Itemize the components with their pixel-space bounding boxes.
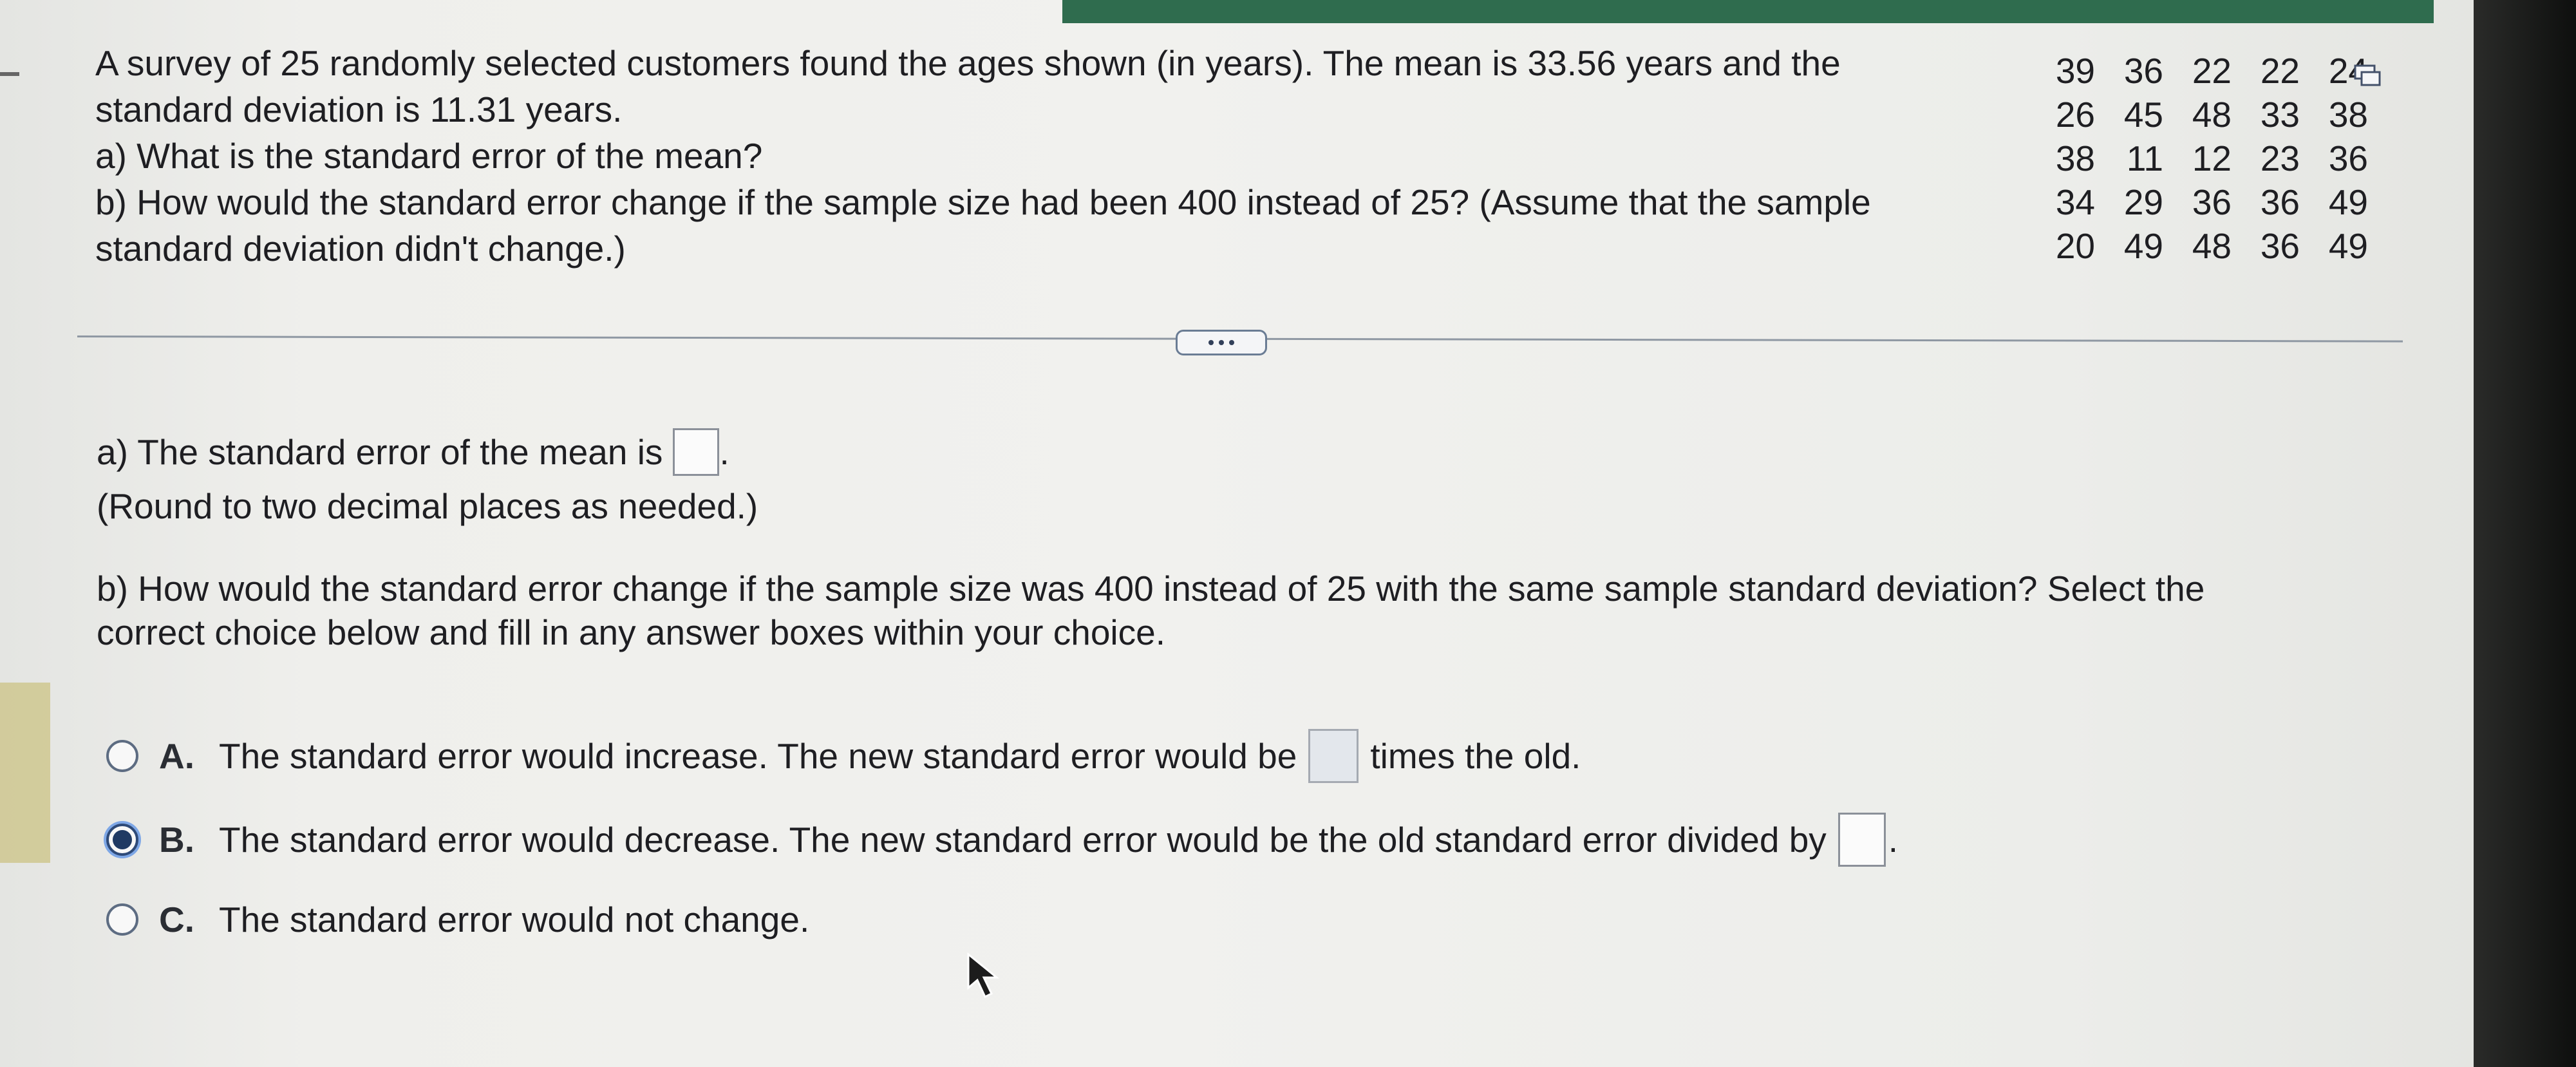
data-cell: 12	[2192, 138, 2232, 178]
dot-icon	[1229, 340, 1234, 345]
data-cell: 49	[2328, 226, 2368, 266]
data-cell: 36	[2328, 138, 2368, 178]
part-a-period: .	[719, 432, 729, 472]
data-cell: 23	[2260, 138, 2300, 178]
data-row: 39 36 22 22 24	[2027, 49, 2368, 93]
option-b[interactable]: B. The standard error would decrease. Th…	[106, 813, 1898, 867]
data-cell: 29	[2123, 182, 2163, 222]
question-line-5: standard deviation didn't change.)	[95, 229, 626, 269]
copy-data-icon[interactable]	[2353, 61, 2382, 90]
dot-icon	[1208, 340, 1214, 345]
option-c-letter: C.	[159, 900, 194, 940]
option-b-radio[interactable]	[106, 824, 138, 856]
data-cell: 20	[2055, 226, 2095, 266]
question-line-1: A survey of 25 randomly selected custome…	[95, 43, 1841, 83]
data-cell: 36	[2260, 226, 2300, 266]
data-cell: 48	[2192, 226, 2232, 266]
mouse-cursor-icon	[967, 952, 1000, 999]
part-b-line-1: b) How would the standard error change i…	[97, 569, 2205, 609]
data-cell: 48	[2192, 95, 2232, 135]
ages-data-table: 39 36 22 22 24 26 45 48 33 38 38 11 12 2…	[2027, 49, 2368, 268]
top-accent-bar	[1062, 0, 2434, 23]
option-a-answer-box[interactable]	[1308, 729, 1359, 783]
dot-icon	[1219, 340, 1224, 345]
option-a-text-after: times the old.	[1370, 736, 1581, 776]
part-a-section: a) The standard error of the mean is . (…	[97, 425, 758, 533]
data-cell: 45	[2123, 95, 2163, 135]
standard-error-answer-box[interactable]	[673, 428, 720, 476]
left-edge-mark	[0, 72, 19, 76]
part-b-section: b) How would the standard error change i…	[97, 567, 2350, 654]
data-cell: 38	[2328, 95, 2368, 135]
data-cell: 49	[2123, 226, 2163, 266]
data-cell: 36	[2192, 182, 2232, 222]
expand-more-button[interactable]	[1176, 330, 1267, 355]
data-cell: 22	[2192, 51, 2232, 91]
data-row: 26 45 48 33 38	[2027, 93, 2368, 137]
data-cell: 26	[2055, 95, 2095, 135]
option-b-answer-box[interactable]	[1838, 813, 1886, 867]
option-b-text: The standard error would decrease. The n…	[219, 820, 1827, 860]
data-row: 20 49 48 36 49	[2027, 224, 2368, 268]
data-cell: 39	[2055, 51, 2095, 91]
data-cell: 49	[2328, 182, 2368, 222]
data-cell: 34	[2055, 182, 2095, 222]
rounding-note: (Round to two decimal places as needed.)	[97, 486, 758, 526]
left-highlight-strip	[0, 683, 50, 863]
option-a[interactable]: A. The standard error would increase. Th…	[106, 729, 1581, 783]
screen-bezel	[2474, 0, 2576, 1067]
option-b-letter: B.	[159, 820, 194, 860]
data-cell: 11	[2126, 138, 2163, 178]
option-c[interactable]: C. The standard error would not change.	[106, 899, 809, 940]
data-cell: 36	[2260, 182, 2300, 222]
data-cell: 38	[2055, 138, 2095, 178]
data-row: 34 29 36 36 49	[2027, 180, 2368, 224]
question-line-4: b) How would the standard error change i…	[95, 182, 1871, 222]
part-a-prompt: a) The standard error of the mean is	[97, 432, 663, 472]
option-a-text: The standard error would increase. The n…	[219, 736, 1297, 776]
option-a-letter: A.	[159, 736, 194, 776]
question-text: A survey of 25 randomly selected custome…	[95, 40, 1975, 272]
data-cell: 36	[2123, 51, 2163, 91]
question-line-2: standard deviation is 11.31 years.	[95, 90, 623, 129]
question-line-3: a) What is the standard error of the mea…	[95, 136, 763, 176]
option-b-text-after: .	[1888, 820, 1899, 860]
option-a-radio[interactable]	[106, 740, 138, 772]
radio-selected-dot	[113, 830, 132, 849]
option-c-radio[interactable]	[106, 903, 138, 936]
option-c-text: The standard error would not change.	[219, 900, 810, 940]
part-b-line-2: correct choice below and fill in any ans…	[97, 612, 1165, 652]
data-cell: 33	[2260, 95, 2300, 135]
data-cell: 22	[2260, 51, 2300, 91]
data-row: 38 11 12 23 36	[2027, 137, 2368, 180]
